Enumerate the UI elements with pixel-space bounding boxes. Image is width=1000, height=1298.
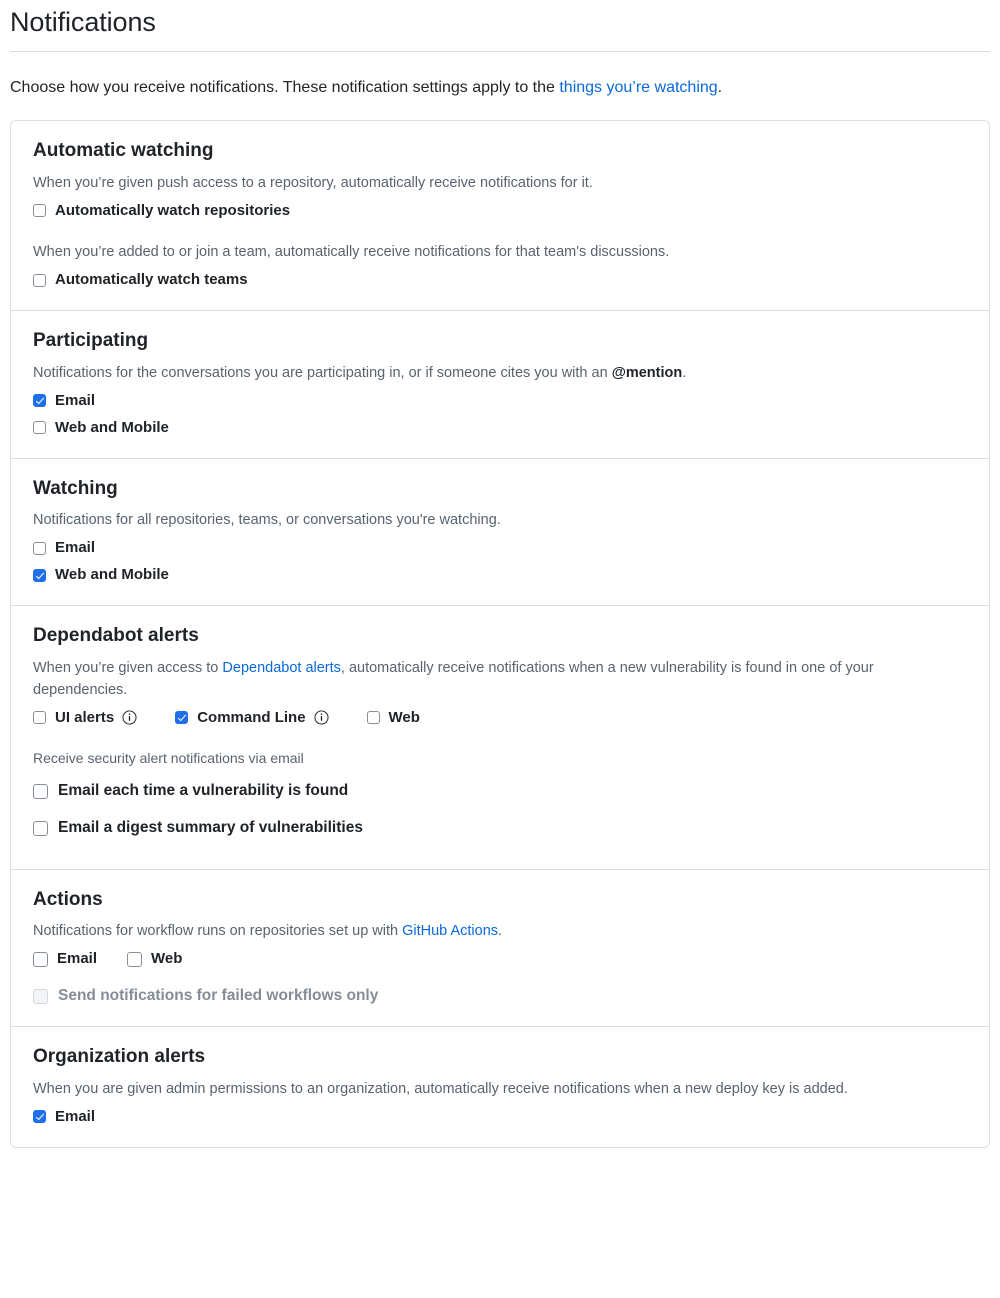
actions-description-after: . (498, 923, 503, 940)
github-actions-link[interactable]: GitHub Actions (402, 923, 498, 939)
checkbox-box-dependabot-email-digest[interactable] (33, 820, 48, 836)
checkbox-box-dependabot-ui-alerts[interactable] (33, 710, 46, 724)
row-actions-channels: Email Web (33, 949, 967, 969)
dependabot-email-description: Receive security alert notifications via… (33, 750, 304, 767)
section-dependabot-alerts: Dependabot alerts When you’re given acce… (11, 605, 989, 869)
automatic-watching-teams-description: When you’re added to or join a team, aut… (33, 244, 670, 261)
section-title-actions: Actions (33, 888, 103, 910)
checkbox-box-participating-email[interactable] (33, 394, 46, 407)
checkbox-label-participating-web-and-mobile: Web and Mobile (55, 418, 169, 436)
checkbox-label-dependabot-command-line: Command Line (197, 708, 306, 726)
row-organization-alerts-email: Email (33, 1107, 967, 1127)
checkbox-label-watching-email: Email (55, 539, 96, 557)
things-youre-watching-link[interactable]: things you’re watching (559, 79, 717, 96)
section-title-watching: Watching (33, 477, 118, 499)
section-title-dependabot-alerts: Dependabot alerts (33, 625, 199, 646)
checkbox-label-actions-web: Web (151, 950, 183, 968)
checkbox-actions-failed-workflows-only[interactable]: Send notifications for failed workflows … (33, 986, 378, 1006)
actions-description-before: Notifications for workflow runs on repos… (33, 923, 403, 940)
organization-alerts-description: When you are given admin permissions to … (33, 1080, 848, 1097)
dependabot-alerts-link[interactable]: Dependabot alerts (222, 660, 341, 676)
checkbox-label-automatically-watch-repositories: Automatically watch repositories (55, 201, 291, 219)
section-title-participating: Participating (33, 330, 149, 351)
row-dependabot-email-each-time: Email each time a vulnerability is found (33, 781, 967, 801)
checkbox-participating-web-and-mobile[interactable]: Web and Mobile (33, 418, 169, 438)
checkbox-box-organization-alerts-email[interactable] (33, 1110, 46, 1124)
checkbox-label-dependabot-web: Web (388, 708, 420, 726)
section-title-automatic-watching: Automatic watching (33, 139, 214, 161)
checkbox-dependabot-ui-alerts[interactable]: UI alerts (33, 708, 114, 728)
page-header: Notifications (10, 0, 990, 52)
section-automatic-watching: Automatic watching When you’re given pus… (11, 121, 989, 310)
checkbox-box-watching-email[interactable] (33, 541, 46, 555)
intro-text-before: Choose how you receive notifications. Th… (10, 78, 560, 96)
checkbox-label-actions-email: Email (57, 950, 98, 968)
checkbox-box-dependabot-command-line[interactable] (175, 710, 189, 724)
checkbox-participating-email[interactable]: Email (33, 391, 95, 411)
checkbox-label-automatically-watch-teams: Automatically watch teams (55, 271, 248, 289)
info-icon[interactable] (314, 710, 329, 725)
section-participating: Participating Notifications for the conv… (11, 310, 989, 458)
checkbox-label-dependabot-email-digest: Email a digest summary of vulnerabilitie… (58, 819, 363, 837)
mention-keyword: @mention (611, 364, 683, 381)
checkbox-label-watching-web-and-mobile: Web and Mobile (55, 566, 169, 584)
checkbox-box-automatically-watch-repositories[interactable] (33, 203, 46, 217)
checkbox-box-participating-web-and-mobile[interactable] (33, 421, 46, 434)
page-title: Notifications (10, 7, 156, 37)
notification-settings-card: Automatic watching When you’re given pus… (10, 119, 990, 1148)
checkbox-box-watching-web-and-mobile[interactable] (33, 568, 46, 582)
row-dependabot-alert-channels: UI alerts Command Line Web (33, 707, 967, 727)
checkbox-actions-email[interactable]: Email (33, 949, 97, 969)
automatic-watching-repos-description: When you’re given push access to a repos… (33, 174, 593, 191)
row-actions-failed-only: Send notifications for failed workflows … (33, 986, 967, 1006)
checkbox-box-dependabot-web[interactable] (366, 710, 380, 724)
intro-text-after: . (717, 78, 723, 96)
checkbox-label-participating-email: Email (55, 391, 96, 409)
actions-description: Notifications for workflow runs on repos… (33, 921, 958, 943)
checkbox-automatically-watch-repositories[interactable]: Automatically watch repositories (33, 201, 290, 221)
row-watching-email: Email (33, 538, 967, 558)
checkbox-label-dependabot-ui-alerts: UI alerts (55, 708, 115, 726)
checkbox-dependabot-command-line[interactable]: Command Line (175, 708, 306, 728)
checkbox-box-actions-web[interactable] (127, 951, 143, 967)
participating-description-before: Notifications for the conversations you … (33, 364, 612, 381)
row-automatically-watch-repositories: Automatically watch repositories (33, 200, 967, 220)
checkbox-dependabot-web[interactable]: Web (366, 708, 420, 728)
checkbox-box-automatically-watch-teams[interactable] (33, 273, 46, 287)
watching-description: Notifications for all repositories, team… (33, 512, 501, 529)
section-watching: Watching Notifications for all repositor… (11, 457, 989, 606)
row-watching-web-and-mobile: Web and Mobile (33, 565, 967, 585)
checkbox-label-dependabot-email-each-time: Email each time a vulnerability is found (58, 782, 349, 800)
checkbox-dependabot-email-digest[interactable]: Email a digest summary of vulnerabilitie… (33, 818, 363, 838)
dependabot-alerts-description: When you’re given access to Dependabot a… (33, 658, 958, 702)
checkbox-label-organization-alerts-email: Email (55, 1107, 96, 1125)
section-organization-alerts: Organization alerts When you are given a… (11, 1026, 989, 1147)
participating-description-after: . (682, 364, 687, 381)
checkbox-watching-web-and-mobile[interactable]: Web and Mobile (33, 565, 169, 585)
section-actions: Actions Notifications for workflow runs … (11, 868, 989, 1027)
checkbox-watching-email[interactable]: Email (33, 538, 95, 558)
intro-text: Choose how you receive notifications. Th… (10, 76, 990, 100)
row-participating-web-and-mobile: Web and Mobile (33, 418, 967, 438)
row-automatically-watch-teams: Automatically watch teams (33, 270, 967, 290)
checkbox-automatically-watch-teams[interactable]: Automatically watch teams (33, 270, 248, 290)
checkbox-label-actions-failed-workflows-only: Send notifications for failed workflows … (58, 987, 379, 1005)
checkbox-box-dependabot-email-each-time[interactable] (33, 783, 48, 799)
notifications-settings-page: Notifications Choose how you receive not… (0, 0, 1000, 1148)
row-participating-email: Email (33, 391, 967, 411)
checkbox-organization-alerts-email[interactable]: Email (33, 1107, 95, 1127)
checkbox-box-actions-failed-workflows-only[interactable] (33, 988, 48, 1004)
checkbox-box-actions-email[interactable] (33, 951, 48, 967)
info-icon[interactable] (122, 710, 137, 725)
checkbox-dependabot-email-each-time[interactable]: Email each time a vulnerability is found (33, 781, 348, 801)
checkbox-actions-web[interactable]: Web (127, 949, 182, 969)
participating-description: Notifications for the conversations you … (33, 363, 958, 385)
row-dependabot-email-digest: Email a digest summary of vulnerabilitie… (33, 818, 967, 838)
section-title-organization-alerts: Organization alerts (33, 1046, 206, 1068)
dependabot-description-before: When you’re given access to (33, 659, 223, 676)
